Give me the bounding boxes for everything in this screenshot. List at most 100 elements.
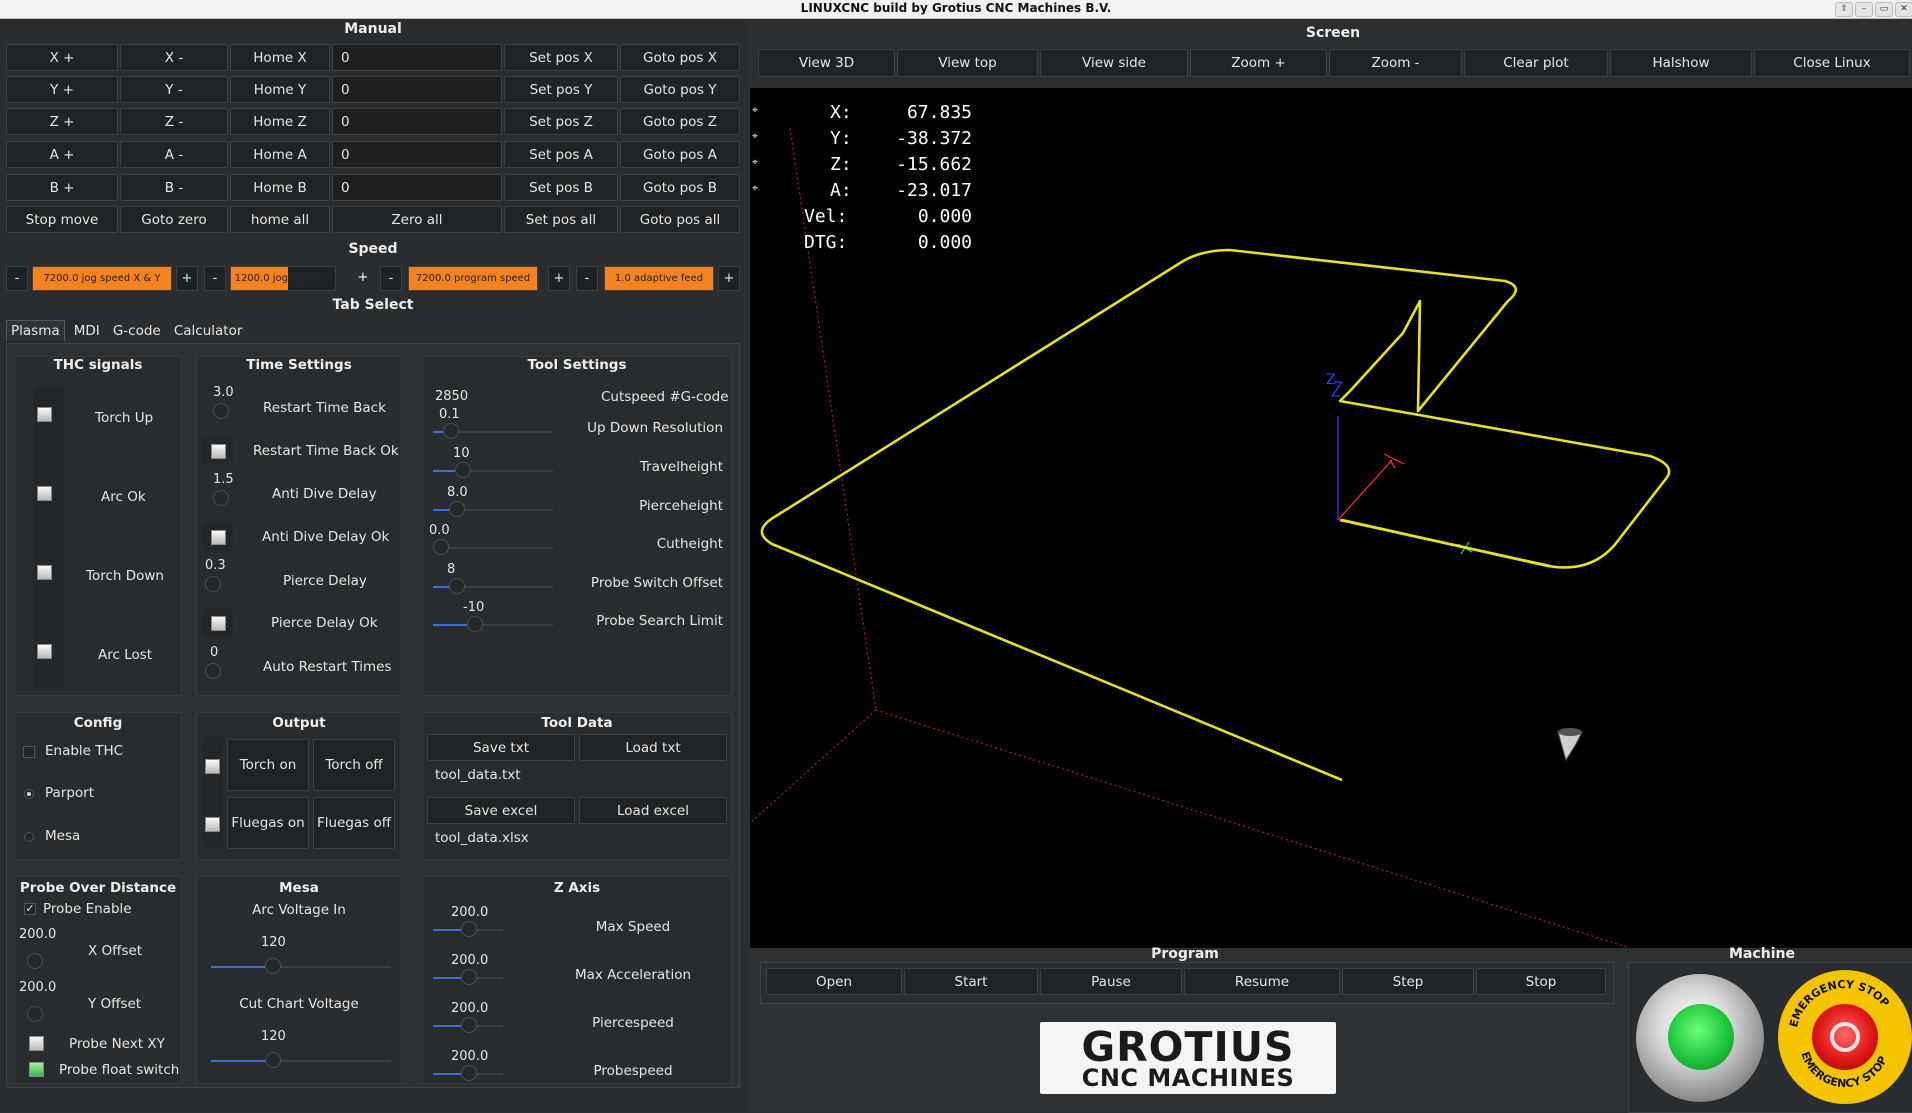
pos-z-input[interactable]: 0 [332,108,502,135]
program-speed-decrease-button[interactable]: - [380,266,402,291]
program-speed-increase-button[interactable]: + [548,266,570,291]
goto-pos-all-button[interactable]: Goto pos all [620,206,740,233]
window-minimize-button[interactable]: – [1855,2,1873,17]
screen-view-top-button[interactable]: View top [897,49,1038,77]
z-axis-slider[interactable] [433,921,503,937]
tool-setting-slider[interactable] [433,423,553,439]
screen-zoom-button[interactable]: Zoom + [1190,49,1327,77]
tool-setting-slider[interactable] [433,539,553,555]
set-pos-x-button[interactable]: Set pos X [504,44,618,71]
goto-pos-y-button[interactable]: Goto pos Y [620,76,740,103]
arc-voltage-in-slider[interactable] [211,958,391,974]
jog-z-speed-bar[interactable]: 1200.0 jog speed Z [230,266,336,291]
jog-y-minus-button[interactable]: Y - [120,76,228,103]
cutspeed-value[interactable]: 2850 [435,389,468,404]
pos-y-input[interactable]: 0 [332,76,502,103]
probe-enable-checkbox[interactable]: ✓ [24,903,36,915]
set-pos-z-button[interactable]: Set pos Z [504,108,618,135]
jog-xy-speed-decrease-button[interactable]: - [6,266,28,291]
tool-setting-slider[interactable] [433,578,553,594]
jog-xy-speed-increase-button[interactable]: + [176,266,198,291]
program-speed-bar[interactable]: 7200.0 program speed [408,266,538,291]
anti-dive-delay-dial[interactable] [213,490,229,506]
jog-z-speed-increase-button[interactable]: + [352,266,374,291]
tool-data-xlsx-filename[interactable]: tool_data.xlsx [435,830,529,846]
screen-view-3d-button[interactable]: View 3D [758,49,895,77]
auto-restart-times-dial[interactable] [205,663,221,679]
program-open-button[interactable]: Open [766,968,902,995]
z-axis-slider[interactable] [433,1017,503,1033]
goto-pos-z-button[interactable]: Goto pos Z [620,108,740,135]
load-excel-button[interactable]: Load excel [579,797,727,824]
cut-chart-voltage-slider[interactable] [211,1052,391,1068]
program-start-button[interactable]: Start [904,968,1038,995]
set-pos-b-button[interactable]: Set pos B [504,174,618,201]
stop-move-button[interactable]: Stop move [6,206,118,233]
save-txt-button[interactable]: Save txt [427,734,575,761]
jog-z-minus-button[interactable]: Z - [120,108,228,135]
x-offset-dial[interactable] [27,953,43,969]
goto-zero-button[interactable]: Goto zero [120,206,228,233]
jog-x-plus-button[interactable]: X + [6,44,118,71]
pos-a-input[interactable]: 0 [332,141,502,168]
jog-b-plus-button[interactable]: B + [6,174,118,201]
window-close-button[interactable]: ✕ [1895,2,1912,17]
screen-zoom-button[interactable]: Zoom - [1329,49,1462,77]
pierce-delay-dial[interactable] [205,576,221,592]
load-txt-button[interactable]: Load txt [579,734,727,761]
save-excel-button[interactable]: Save excel [427,797,575,824]
adaptive-feed-decrease-button[interactable]: - [576,266,598,291]
program-pause-button[interactable]: Pause [1040,968,1182,995]
adaptive-feed-increase-button[interactable]: + [718,266,740,291]
window-shade-button[interactable]: ⇧ [1835,2,1853,17]
program-resume-button[interactable]: Resume [1184,968,1340,995]
jog-z-speed-decrease-button[interactable]: - [204,266,226,291]
z-axis-slider[interactable] [433,969,503,985]
goto-pos-b-button[interactable]: Goto pos B [620,174,740,201]
screen-close-linux-button[interactable]: Close Linux [1754,49,1910,77]
program-stop-button[interactable]: Stop [1476,968,1606,995]
emergency-stop-button[interactable]: EMERGENCY STOP EMERGENCY STOP [1778,970,1912,1104]
mesa-radio[interactable] [24,832,34,842]
3d-preview-plot[interactable]: ⌖ X: 67.835 ⌖ Y: -38.372 ⌖ Z: -15.662 ⌖ A: -23.017 V… [750,88,1912,948]
adaptive-feed-bar[interactable]: 1.0 adaptive feed [604,266,714,291]
z-axis-slider[interactable] [433,1065,503,1081]
torch-on-button[interactable]: Torch on [227,739,309,791]
jog-z-plus-button[interactable]: Z + [6,108,118,135]
screen-view-side-button[interactable]: View side [1040,49,1188,77]
home-x-button[interactable]: Home X [230,44,330,71]
set-pos-a-button[interactable]: Set pos A [504,141,618,168]
tool-setting-slider[interactable] [433,616,553,632]
jog-xy-speed-bar[interactable]: 7200.0 jog speed X & Y [32,266,172,291]
screen-clear-plot-button[interactable]: Clear plot [1464,49,1608,77]
set-pos-all-button[interactable]: Set pos all [504,206,618,233]
screen-halshow-button[interactable]: Halshow [1610,49,1752,77]
program-step-button[interactable]: Step [1342,968,1474,995]
window-maximize-button[interactable]: ▭ [1875,2,1893,17]
home-z-button[interactable]: Home Z [230,108,330,135]
tab-calculator[interactable]: Calculator [170,321,247,341]
fluegas-off-button[interactable]: Fluegas off [313,797,395,849]
tab-g-code[interactable]: G-code [109,321,165,341]
jog-a-plus-button[interactable]: A + [6,141,118,168]
torch-off-button[interactable]: Torch off [313,739,395,791]
parport-radio[interactable] [24,789,34,799]
machine-on-button[interactable] [1636,974,1764,1102]
tool-data-txt-filename[interactable]: tool_data.txt [435,767,521,783]
y-offset-dial[interactable] [27,1006,43,1022]
enable-thc-checkbox[interactable] [23,746,35,758]
pos-x-input[interactable]: 0 [332,44,502,71]
fluegas-on-button[interactable]: Fluegas on [227,797,309,849]
tool-setting-slider[interactable] [433,462,553,478]
jog-y-plus-button[interactable]: Y + [6,76,118,103]
home-y-button[interactable]: Home Y [230,76,330,103]
jog-b-minus-button[interactable]: B - [120,174,228,201]
tab-plasma[interactable]: Plasma [6,320,65,341]
jog-x-minus-button[interactable]: X - [120,44,228,71]
restart-time-back-dial[interactable] [213,403,229,419]
goto-pos-x-button[interactable]: Goto pos X [620,44,740,71]
goto-pos-a-button[interactable]: Goto pos A [620,141,740,168]
home-a-button[interactable]: Home A [230,141,330,168]
tool-setting-slider[interactable] [433,501,553,517]
pos-b-input[interactable]: 0 [332,174,502,201]
